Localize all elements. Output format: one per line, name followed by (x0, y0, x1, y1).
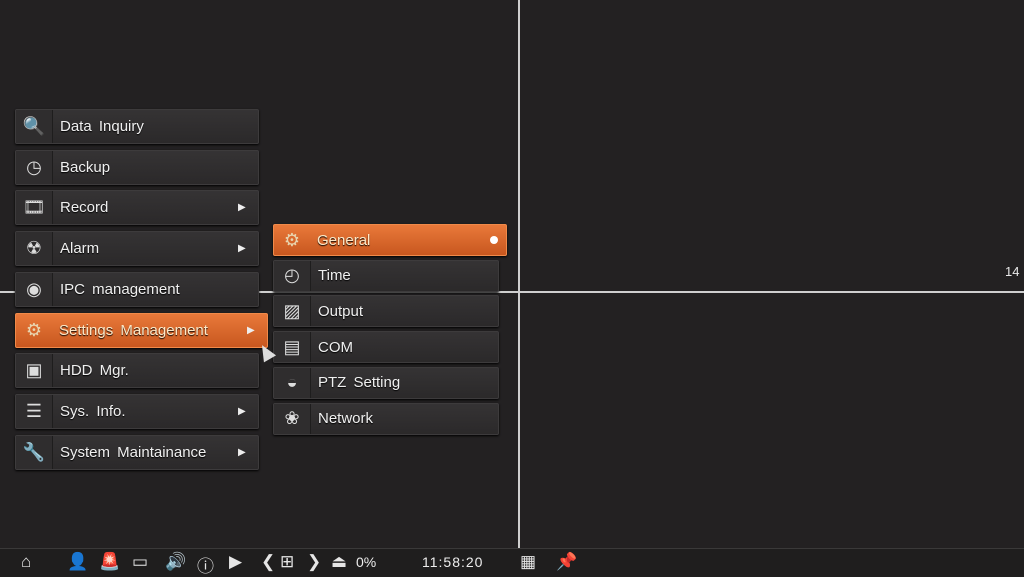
gear-icon: ⚙ (283, 229, 301, 250)
menu-item-data-inquiry[interactable]: 🔍 Data Inquiry (15, 109, 259, 144)
dome-camera-icon: ◒ (274, 367, 311, 398)
channel-label-14: 14 (1005, 264, 1020, 279)
menu-item-record[interactable]: 🎞 Record ▶ (15, 190, 259, 226)
gear-icon: ⚙ (25, 319, 43, 340)
menu-item-label: Record (60, 199, 109, 217)
submenu-arrow-icon: ▶ (238, 202, 246, 214)
menu-item-time[interactable]: ◴ Time (273, 259, 499, 292)
grid-icon[interactable]: ⊞ (280, 552, 294, 572)
submenu-arrow-icon: ▶ (238, 405, 246, 417)
menu-item-ipc-management[interactable]: ◉ IPC management (15, 271, 259, 307)
menu-item-general[interactable]: ⚙ General (273, 224, 507, 256)
pin-icon[interactable]: 📌 (556, 552, 577, 572)
selected-dot-icon (490, 236, 498, 244)
screen-divider-vertical (518, 0, 520, 548)
menu-item-label: Settings Management (59, 321, 208, 339)
prev-icon[interactable]: ❮ (261, 552, 275, 572)
menu-item-label: General (317, 231, 371, 249)
hdd-icon: ▣ (16, 354, 53, 388)
menu-item-label: Alarm (60, 240, 100, 258)
display-icon[interactable]: ▭ (132, 552, 148, 572)
search-play-icon: 🔍 (16, 110, 53, 143)
menu-item-label: Output (318, 302, 364, 320)
menu-item-sys-info[interactable]: ☰ Sys. Info. ▶ (15, 393, 259, 429)
network-globe-icon: ❀ (274, 403, 311, 434)
webcam-icon: ◉ (16, 272, 53, 306)
submenu-arrow-icon: ▶ (247, 324, 255, 336)
taskbar: ⌂ 👤 🚨 ▭ 🔊 ⓘ ▶ ❮ ⊞ ❯ ⏏ 0% 11:58:20 ▦ 📌 (0, 548, 1024, 577)
hdd-usage: 0% (356, 554, 377, 570)
qr-code-icon[interactable]: ▦ (520, 552, 536, 572)
hdd-icon[interactable]: ⏏ (331, 552, 347, 572)
menu-item-system-maintainance[interactable]: 🔧 System Maintainance ▶ (15, 434, 259, 470)
display-settings-icon: ▨ (274, 296, 311, 327)
alarm-icon[interactable]: 🚨 (99, 552, 120, 572)
volume-icon[interactable]: 🔊 (165, 552, 186, 572)
next-icon[interactable]: ❯ (307, 552, 321, 572)
wrench-icon: 🔧 (16, 435, 53, 469)
submenu-arrow-icon: ▶ (238, 446, 246, 458)
submenu-arrow-icon: ▶ (238, 243, 246, 255)
menu-item-label: System Maintainance (60, 443, 207, 461)
notepad-icon: ☰ (16, 394, 53, 428)
menu-item-hdd-mgr[interactable]: ▣ HDD Mgr. (15, 353, 259, 389)
clock-icon: ◴ (274, 260, 311, 291)
play-icon[interactable]: ▶ (229, 552, 242, 572)
menu-item-alarm[interactable]: ☢ Alarm ▶ (15, 231, 259, 267)
film-icon: 🎞 (16, 191, 53, 225)
menu-item-label: COM (318, 338, 353, 356)
menu-item-label: Network (318, 410, 374, 427)
menu-item-network[interactable]: ❀ Network (273, 402, 499, 435)
menu-item-ptz-setting[interactable]: ◒ PTZ Setting (273, 366, 499, 399)
user-icon[interactable]: 👤 (67, 552, 88, 572)
backup-clock-icon: ◷ (16, 150, 53, 184)
menu-item-com[interactable]: ▤ COM (273, 331, 499, 364)
menu-item-label: PTZ Setting (318, 374, 401, 392)
menu-item-backup[interactable]: ◷ Backup (15, 149, 259, 185)
menu-item-output[interactable]: ▨ Output (273, 295, 499, 328)
alarm-light-icon: ☢ (16, 232, 53, 266)
menu-item-label: Sys. Info. (60, 402, 126, 420)
menu-item-label: Backup (60, 158, 111, 176)
menu-item-settings-management[interactable]: ⚙ Settings Management ▶ (15, 312, 268, 348)
menu-item-label: HDD Mgr. (60, 362, 129, 380)
info-icon[interactable]: ⓘ (197, 552, 214, 577)
menu-item-label: IPC management (60, 280, 180, 298)
com-port-icon: ▤ (274, 332, 311, 363)
clock-time: 11:58:20 (422, 554, 484, 570)
home-icon[interactable]: ⌂ (21, 552, 31, 572)
menu-item-label: Time (318, 267, 351, 285)
menu-item-label: Data Inquiry (60, 118, 144, 135)
